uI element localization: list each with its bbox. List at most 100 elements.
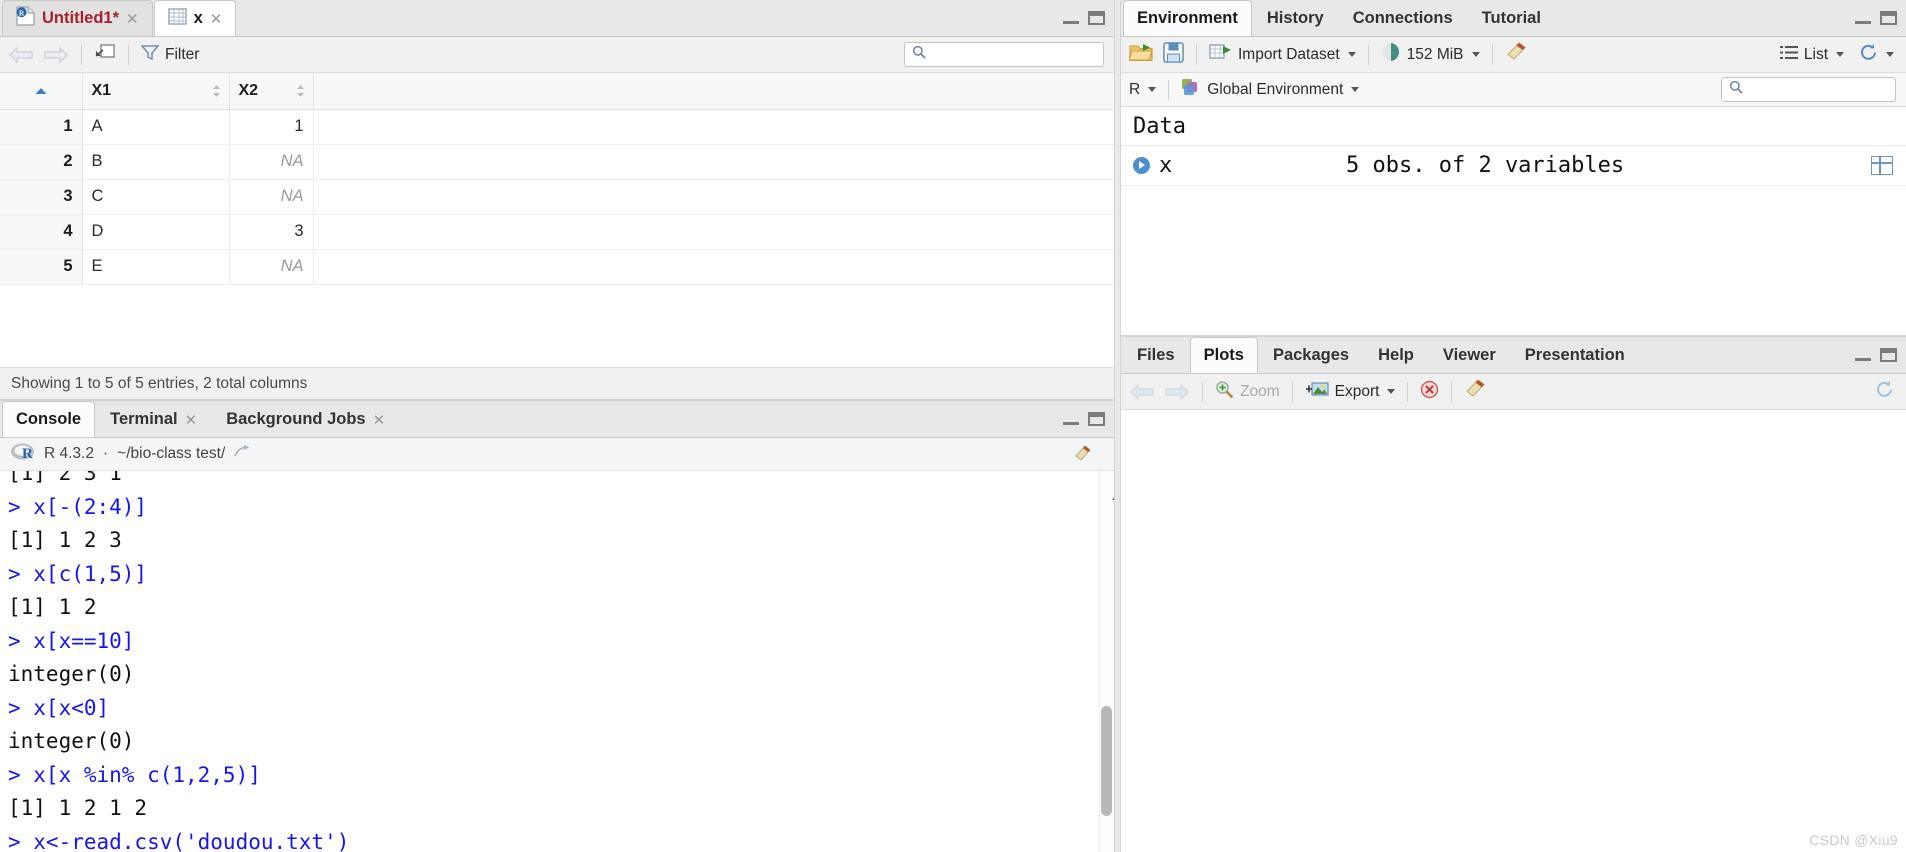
- console-output[interactable]: [1] 2 3 1 > x[-(2:4)] [1] 1 2 3 > x[c(1,5)]…: [0, 471, 1114, 852]
- tab-terminal[interactable]: Terminal ✕: [96, 401, 211, 437]
- minimize-button[interactable]: [1855, 350, 1871, 361]
- clear-console-icon[interactable]: [1072, 445, 1092, 469]
- table-row[interactable]: 1A1: [0, 109, 1114, 145]
- close-icon[interactable]: ✕: [373, 411, 386, 429]
- cell-filler: [313, 109, 1114, 145]
- chevron-down-icon[interactable]: [1347, 52, 1356, 57]
- export-plot-button[interactable]: Export: [1305, 380, 1396, 404]
- close-icon[interactable]: ✕: [210, 10, 223, 28]
- environment-search-input[interactable]: [1749, 81, 1888, 98]
- forward-arrow-icon[interactable]: [43, 45, 69, 64]
- tab-presentation[interactable]: Presentation: [1511, 337, 1639, 373]
- maximize-button[interactable]: [1880, 11, 1897, 25]
- close-icon[interactable]: ✕: [185, 411, 198, 429]
- source-pane: R Untitled1* ✕ x ✕ Filter X1 X2 1 A 1 2 …: [0, 0, 1115, 400]
- view-data-icon[interactable]: [1871, 156, 1893, 175]
- tab-background-jobs[interactable]: Background Jobs ✕: [212, 401, 399, 437]
- table-row[interactable]: 3 C NA: [0, 179, 1114, 215]
- console-header: R R 4.3.2 · ~/bio-class test/: [0, 438, 1114, 471]
- sort-toggle-icon[interactable]: [212, 84, 221, 98]
- console-scroll-thumb[interactable]: [1101, 706, 1112, 816]
- memory-usage-button[interactable]: 152 MiB: [1381, 42, 1480, 67]
- minimize-button[interactable]: [1063, 414, 1079, 425]
- svg-text:R: R: [19, 8, 25, 17]
- chevron-down-icon[interactable]: [1351, 87, 1360, 92]
- global-environment-selector[interactable]: Global Environment: [1181, 78, 1360, 101]
- environment-search-box[interactable]: [1721, 77, 1896, 102]
- maximize-button[interactable]: [1880, 348, 1897, 362]
- maximize-button[interactable]: [1088, 11, 1105, 25]
- search-input[interactable]: [932, 46, 1096, 63]
- clear-all-plots-icon[interactable]: [1464, 379, 1486, 404]
- next-plot-icon[interactable]: [1164, 383, 1190, 401]
- chevron-down-icon[interactable]: [1471, 52, 1480, 57]
- open-folder-icon[interactable]: [1128, 42, 1154, 68]
- view-mode-button[interactable]: List: [1779, 45, 1844, 65]
- tab-connections[interactable]: Connections: [1339, 0, 1467, 36]
- clear-objects-icon[interactable]: [1505, 42, 1527, 67]
- chevron-down-icon[interactable]: [1148, 87, 1157, 92]
- zoom-plot-button[interactable]: Zoom: [1215, 380, 1280, 404]
- tab-packages[interactable]: Packages: [1259, 337, 1363, 373]
- object-name-cell[interactable]: x: [1121, 153, 1346, 178]
- console-window-controls: [1063, 412, 1105, 426]
- tab-help-label: Help: [1378, 346, 1414, 364]
- zoom-plot-label: Zoom: [1240, 382, 1280, 400]
- grid-status-bar: Showing 1 to 5 of 5 entries, 2 total col…: [0, 367, 1114, 399]
- tab-history[interactable]: History: [1253, 0, 1338, 36]
- table-row[interactable]: 4D3: [0, 214, 1114, 250]
- minimize-button[interactable]: [1855, 13, 1871, 24]
- filter-funnel-icon: [140, 44, 160, 66]
- language-selector[interactable]: R: [1129, 81, 1157, 99]
- sort-toggle-icon[interactable]: [296, 84, 305, 98]
- table-row[interactable]: 2 B NA: [0, 144, 1114, 180]
- source-tab-untitled1[interactable]: R Untitled1* ✕: [2, 0, 153, 36]
- table-row[interactable]: 5 E NA: [0, 249, 1114, 285]
- zoom-magnifier-icon: [1215, 380, 1234, 404]
- chevron-down-icon[interactable]: [1886, 52, 1894, 57]
- cell-x1: C: [82, 179, 230, 215]
- console-scrollbar[interactable]: [1099, 471, 1114, 852]
- column-header-x1[interactable]: X1: [82, 73, 230, 110]
- back-arrow-icon[interactable]: [8, 45, 34, 64]
- environment-pane: Environment History Connections Tutorial: [1120, 0, 1906, 336]
- maximize-button[interactable]: [1088, 412, 1105, 426]
- tab-help[interactable]: Help: [1364, 337, 1428, 373]
- rownum-column-header[interactable]: [0, 73, 83, 110]
- tab-environment[interactable]: Environment: [1123, 0, 1252, 36]
- cell-x1: D: [82, 214, 230, 250]
- tab-console[interactable]: Console: [2, 401, 96, 437]
- chevron-down-icon[interactable]: [1387, 389, 1396, 394]
- chevron-down-icon[interactable]: [1836, 52, 1844, 57]
- source-tab-x[interactable]: x ✕: [153, 0, 237, 36]
- filter-button[interactable]: Filter: [140, 44, 199, 66]
- expand-object-icon[interactable]: [1133, 157, 1150, 174]
- open-in-window-icon[interactable]: [234, 444, 251, 464]
- plot-canvas[interactable]: [1121, 410, 1906, 850]
- memory-usage-icon: [1381, 42, 1401, 67]
- refresh-environment-button[interactable]: [1859, 43, 1894, 67]
- plots-window-controls: [1855, 348, 1897, 362]
- remove-plot-icon[interactable]: [1420, 380, 1439, 404]
- source-window-controls: [1063, 11, 1105, 25]
- cell-x2: NA: [229, 249, 314, 285]
- import-dataset-label: Import Dataset: [1238, 45, 1340, 63]
- data-search-box[interactable]: [904, 42, 1104, 67]
- import-dataset-button[interactable]: Import Dataset: [1209, 43, 1356, 67]
- tab-tutorial-label: Tutorial: [1481, 9, 1541, 27]
- tab-tutorial[interactable]: Tutorial: [1468, 0, 1555, 36]
- tab-plots[interactable]: Plots: [1189, 337, 1258, 373]
- close-icon[interactable]: ✕: [126, 10, 139, 28]
- save-disk-icon[interactable]: [1163, 41, 1184, 68]
- previous-plot-icon[interactable]: [1129, 383, 1155, 401]
- plots-toolbar: Zoom Export: [1121, 374, 1906, 410]
- tab-viewer[interactable]: Viewer: [1429, 337, 1510, 373]
- tab-environment-label: Environment: [1137, 9, 1238, 27]
- column-header-x2[interactable]: X2: [229, 73, 314, 110]
- tab-background-jobs-label: Background Jobs: [226, 410, 366, 428]
- minimize-button[interactable]: [1063, 13, 1079, 24]
- show-in-new-window-icon[interactable]: [94, 43, 116, 67]
- tab-files[interactable]: Files: [1123, 337, 1189, 373]
- refresh-icon[interactable]: [1875, 380, 1894, 404]
- environment-object-row[interactable]: x 5 obs. of 2 variables: [1121, 146, 1906, 186]
